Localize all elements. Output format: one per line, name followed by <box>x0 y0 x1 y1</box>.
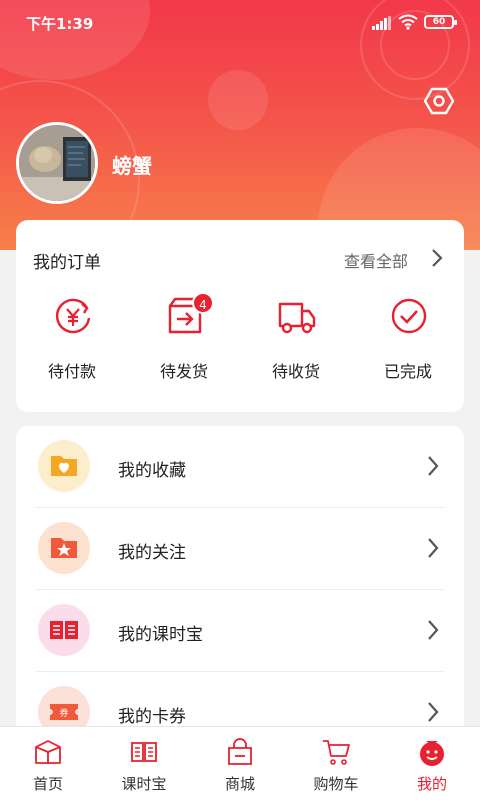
decor-bubble <box>208 70 268 130</box>
truck-icon <box>278 302 316 334</box>
bottom-tab-bar: 首页 课时宝 商城 购物车 我的 <box>0 726 480 800</box>
tab-label: 首页 <box>32 775 63 793</box>
username[interactable]: 螃蟹 <box>112 150 152 179</box>
order-label: 待发货 <box>159 362 208 381</box>
chevron-right-icon <box>428 702 439 722</box>
orders-card: 我的订单 查看全部 待付款 4 待发货 待收货 已完成 <box>16 220 464 412</box>
orders-title: 我的订单 <box>33 253 101 273</box>
book-icon <box>50 621 78 639</box>
view-all-orders-link[interactable]: 查看全部 <box>344 248 408 272</box>
profile-header: 下午1:39 60 螃蟹 <box>0 0 480 250</box>
order-completed[interactable]: 已完成 <box>358 296 458 386</box>
menu-card: 我的收藏 我的关注 我的课时宝 券 我的卡券 <box>16 426 464 746</box>
tab-label: 购物车 <box>313 775 359 793</box>
chevron-right-icon <box>428 456 439 476</box>
shopping-bag-icon <box>228 738 252 765</box>
avatar-image <box>19 125 95 201</box>
order-pending-payment[interactable]: 待付款 <box>22 296 122 386</box>
coupon-text: 券 <box>59 707 68 719</box>
menu-label: 我的卡券 <box>118 707 186 727</box>
chevron-right-icon[interactable] <box>430 247 444 269</box>
order-pending-shipment[interactable]: 4 待发货 <box>134 292 234 386</box>
signal-icon <box>372 16 391 30</box>
book-tab-icon <box>131 742 157 762</box>
tab-lesson-treasure[interactable]: 课时宝 <box>96 727 192 800</box>
order-label: 待付款 <box>47 362 96 381</box>
chevron-right-icon <box>428 620 439 640</box>
avatar[interactable] <box>16 122 98 204</box>
yen-refresh-icon <box>55 298 91 334</box>
wifi-icon <box>398 14 418 30</box>
cart-icon <box>323 740 350 765</box>
menu-label: 我的收藏 <box>118 461 186 481</box>
check-circle-icon <box>391 298 427 334</box>
tab-mall[interactable]: 商城 <box>192 727 288 800</box>
status-time: 下午1:39 <box>26 15 94 33</box>
tab-cart[interactable]: 购物车 <box>288 727 384 800</box>
badge-count: 4 <box>192 292 214 314</box>
menu-item-lesson-treasure[interactable]: 我的课时宝 <box>16 590 464 672</box>
tab-label: 我的 <box>416 775 447 793</box>
tab-home[interactable]: 首页 <box>0 727 96 800</box>
order-label: 已完成 <box>383 362 432 381</box>
favorite-folder-icon <box>51 456 77 476</box>
menu-item-favorites[interactable]: 我的收藏 <box>16 426 464 508</box>
star-folder-icon <box>51 538 77 558</box>
status-bar: 下午1:39 60 <box>0 0 480 44</box>
chevron-right-icon <box>428 538 439 558</box>
tab-mine[interactable]: 我的 <box>384 727 480 800</box>
profile-face-icon <box>420 741 444 766</box>
menu-icon-background <box>38 440 90 492</box>
battery-icon: 60 <box>424 15 457 29</box>
order-pending-receipt[interactable]: 待收货 <box>246 296 346 386</box>
tab-label: 课时宝 <box>121 775 167 793</box>
menu-label: 我的课时宝 <box>118 625 203 645</box>
menu-item-following[interactable]: 我的关注 <box>16 508 464 590</box>
menu-label: 我的关注 <box>118 543 186 563</box>
tab-label: 商城 <box>224 775 255 793</box>
home-box-icon <box>35 740 61 764</box>
settings-hexagon-icon[interactable] <box>424 86 454 116</box>
menu-icon-background <box>38 522 90 574</box>
menu-icon-background <box>38 604 90 656</box>
order-label: 待收货 <box>271 362 320 381</box>
